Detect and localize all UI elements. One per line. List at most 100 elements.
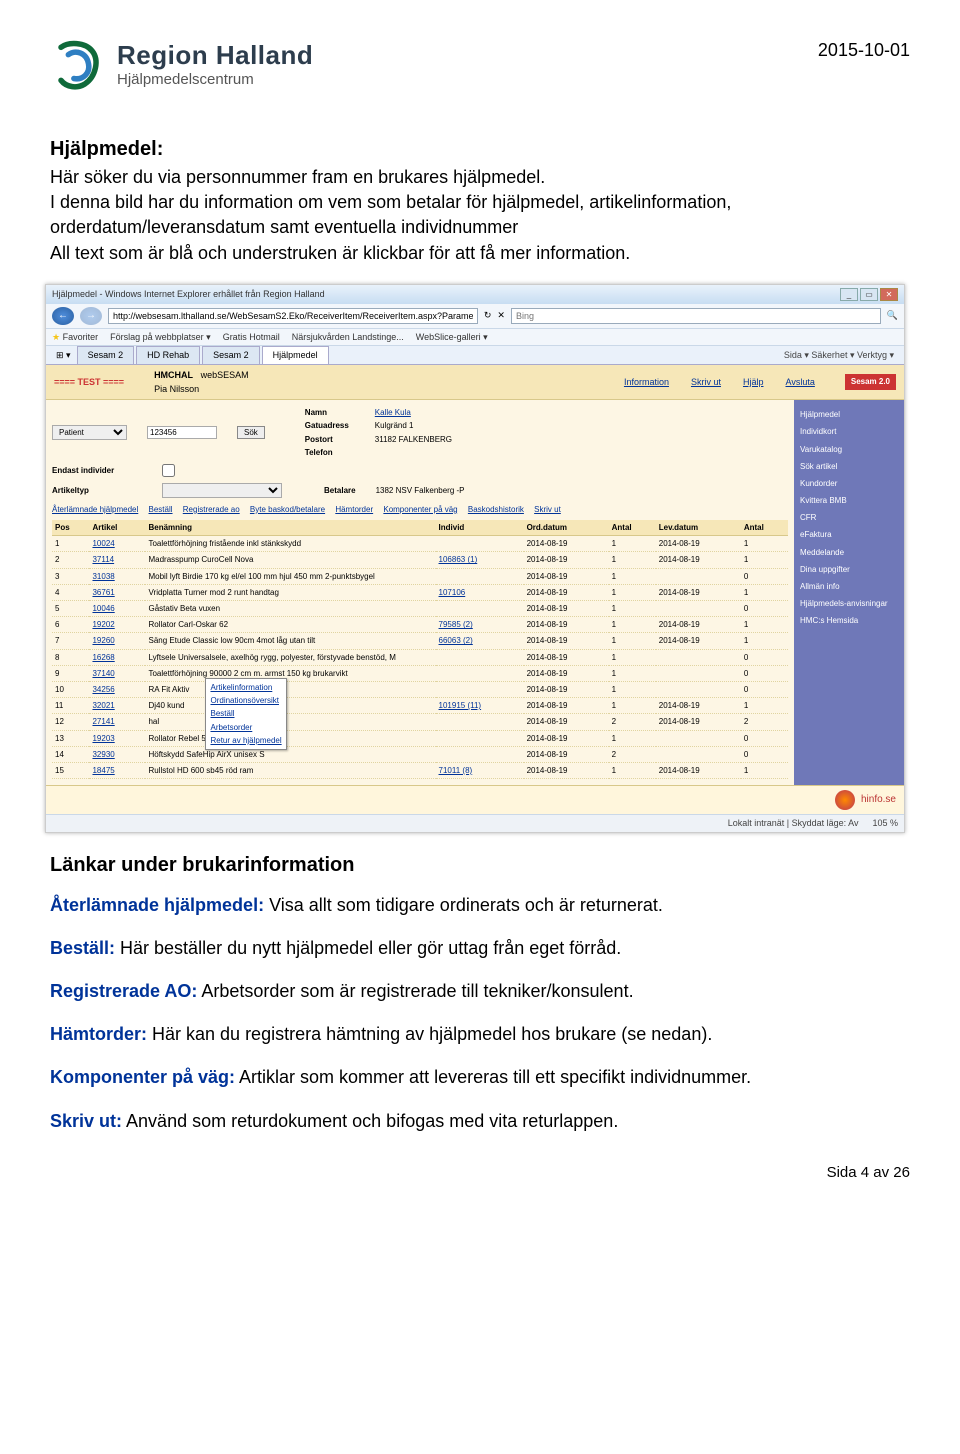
action-links-row: Återlämnade hjälpmedel Beställ Registrer…: [52, 501, 788, 518]
top-link[interactable]: Hjälp: [743, 376, 764, 389]
article-link[interactable]: 34256: [89, 681, 145, 697]
top-link[interactable]: Skriv ut: [691, 376, 721, 389]
search-go-icon[interactable]: 🔍: [887, 309, 898, 322]
action-link[interactable]: Baskodshistorik: [468, 505, 524, 514]
table-cell: 2014-08-19: [524, 536, 609, 552]
fav-item[interactable]: Förslag på webbplatser ▾: [110, 331, 211, 344]
table-row[interactable]: 1132021Dj40 kund101915 (11)2014-08-19120…: [52, 698, 788, 714]
top-link[interactable]: Avsluta: [786, 376, 815, 389]
action-link[interactable]: Registrerade ao: [183, 505, 240, 514]
action-link[interactable]: Byte baskod/betalare: [250, 505, 325, 514]
article-link[interactable]: 27141: [89, 714, 145, 730]
sidebar-item[interactable]: CFR: [800, 509, 898, 526]
article-link[interactable]: 10024: [89, 536, 145, 552]
back-icon[interactable]: ←: [52, 307, 74, 325]
ie-tab[interactable]: HD Rehab: [136, 346, 200, 364]
sidebar-item[interactable]: Allmän info: [800, 578, 898, 595]
article-link[interactable]: 10046: [89, 601, 145, 617]
minimize-icon[interactable]: _: [840, 288, 858, 301]
context-menu-item[interactable]: Beställ: [210, 707, 281, 720]
table-header: Pos: [52, 520, 89, 536]
context-menu-item[interactable]: Arbetsorder: [210, 721, 281, 734]
article-link[interactable]: 31038: [89, 568, 145, 584]
individ-link[interactable]: 107106: [436, 584, 524, 600]
article-link[interactable]: 32021: [89, 698, 145, 714]
table-row[interactable]: 1227141hal2014-08-1922014-08-192: [52, 714, 788, 730]
individ-link[interactable]: 71011 (8): [436, 762, 524, 778]
favorites-label[interactable]: Favoriter: [63, 332, 99, 342]
fav-item[interactable]: Närsjukvården Landstinge...: [292, 331, 404, 344]
table-row[interactable]: 719260Säng Etude Classic low 90cm 4mot l…: [52, 633, 788, 649]
ie-tab[interactable]: Sesam 2: [202, 346, 260, 364]
patient-id-input[interactable]: [147, 426, 217, 439]
table-row[interactable]: 1034256RA Fit AktivArtikelinformationOrd…: [52, 681, 788, 697]
article-link[interactable]: 32930: [89, 746, 145, 762]
article-link[interactable]: 18475: [89, 762, 145, 778]
article-link[interactable]: 19202: [89, 617, 145, 633]
action-link[interactable]: Återlämnade hjälpmedel: [52, 505, 138, 514]
sidebar-item[interactable]: Dina uppgifter: [800, 561, 898, 578]
table-row[interactable]: 1319203Rollator Rebel 572014-08-1910: [52, 730, 788, 746]
article-link[interactable]: 19203: [89, 730, 145, 746]
sidebar-item[interactable]: Varukatalog: [800, 441, 898, 458]
sidebar-item[interactable]: eFaktura: [800, 526, 898, 543]
individ-link[interactable]: 106863 (1): [436, 552, 524, 568]
sidebar-item[interactable]: Sök artikel: [800, 458, 898, 475]
table-row[interactable]: 510046Gåstativ Beta vuxen2014-08-1910: [52, 601, 788, 617]
individ-link[interactable]: 101915 (11): [436, 698, 524, 714]
sidebar-item[interactable]: HMC:s Hemsida: [800, 612, 898, 629]
ie-tab[interactable]: Sesam 2: [77, 346, 135, 364]
ie-page-tools[interactable]: Sida ▾ Säkerhet ▾ Verktyg ▾: [780, 347, 898, 364]
article-link[interactable]: 36761: [89, 584, 145, 600]
value-name[interactable]: Kalle Kula: [375, 407, 411, 418]
maximize-icon[interactable]: ▭: [860, 288, 878, 301]
individ-link[interactable]: 79585 (2): [436, 617, 524, 633]
stop-icon[interactable]: ✕: [497, 309, 505, 322]
individ-link[interactable]: 66063 (2): [436, 633, 524, 649]
fav-item[interactable]: WebSlice-galleri ▾: [416, 331, 488, 344]
article-link[interactable]: 19260: [89, 633, 145, 649]
artikeltyp-select[interactable]: [162, 483, 282, 498]
table-row[interactable]: 1518475Rullstol HD 600 sb45 röd ram71011…: [52, 762, 788, 778]
context-menu-item[interactable]: Ordinationsöversikt: [210, 694, 281, 707]
table-row[interactable]: 436761Vridplatta Turner mod 2 runt handt…: [52, 584, 788, 600]
table-row[interactable]: 110024Toalettförhöjning fristående inkl …: [52, 536, 788, 552]
table-row[interactable]: 937140Toalettförhöjning 90000 2 cm m. ar…: [52, 665, 788, 681]
close-icon[interactable]: ✕: [880, 288, 898, 301]
sidebar-item[interactable]: Hjälpmedel: [800, 406, 898, 423]
top-link[interactable]: Information: [624, 376, 669, 389]
patient-type-select[interactable]: Patient: [52, 425, 127, 440]
refresh-icon[interactable]: ↻: [484, 309, 492, 322]
article-link[interactable]: 37140: [89, 665, 145, 681]
sidebar-item[interactable]: Individkort: [800, 423, 898, 440]
benamning-cell: Rollator Carl-Oskar 62: [145, 617, 435, 633]
label-postort: Postort: [305, 434, 365, 445]
action-link[interactable]: Komponenter på väg: [383, 505, 457, 514]
action-link[interactable]: Skriv ut: [534, 505, 561, 514]
ie-tab-active[interactable]: Hjälpmedel: [262, 346, 329, 364]
only-individuals-checkbox[interactable]: [162, 464, 175, 477]
sidebar-item[interactable]: Kundorder: [800, 475, 898, 492]
table-row[interactable]: 1432930Höftskydd SafeHip AirX unisex S20…: [52, 746, 788, 762]
sidebar-item[interactable]: Hjälpmedels-anvisningar: [800, 595, 898, 612]
sidebar-item[interactable]: Kvittera BMB: [800, 492, 898, 509]
table-row[interactable]: 816268Lyftsele Universalsele, axelhög ry…: [52, 649, 788, 665]
sidebar-item[interactable]: Meddelande: [800, 544, 898, 561]
article-link[interactable]: 16268: [89, 649, 145, 665]
status-zoom[interactable]: 105 %: [872, 817, 898, 830]
action-link[interactable]: Hämtorder: [335, 505, 373, 514]
url-input[interactable]: [108, 308, 478, 324]
search-input[interactable]: [511, 308, 881, 324]
search-button[interactable]: Sök: [237, 426, 265, 439]
context-menu[interactable]: ArtikelinformationOrdinationsöversiktBes…: [205, 678, 286, 750]
context-menu-item[interactable]: Retur av hjälpmedel: [210, 734, 281, 747]
forward-icon[interactable]: →: [80, 307, 102, 325]
table-row[interactable]: 619202Rollator Carl-Oskar 6279585 (2)201…: [52, 617, 788, 633]
table-row[interactable]: 331038Mobil lyft Birdie 170 kg el/el 100…: [52, 568, 788, 584]
table-row[interactable]: 237114Madrasspump CuroCell Nova106863 (1…: [52, 552, 788, 568]
hinfo-label[interactable]: hinfo.se: [861, 793, 896, 807]
action-link[interactable]: Beställ: [149, 505, 173, 514]
context-menu-item[interactable]: Artikelinformation: [210, 681, 281, 694]
fav-item[interactable]: Gratis Hotmail: [223, 331, 280, 344]
article-link[interactable]: 37114: [89, 552, 145, 568]
